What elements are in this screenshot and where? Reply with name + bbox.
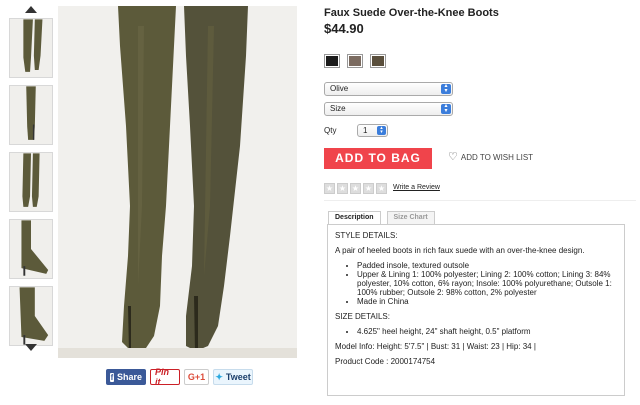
list-item: Upper & Lining 1: 100% polyester; Lining… [357, 270, 617, 297]
divider [324, 200, 636, 201]
select-arrows-icon: ▴ ▾ [441, 83, 451, 94]
thumbnail-3[interactable] [9, 152, 53, 212]
swatch-olive[interactable] [370, 54, 386, 68]
thumbnail-5[interactable] [9, 286, 53, 346]
select-arrows-icon: ▴ ▾ [441, 103, 451, 114]
size-bullets: 4.625" heel height, 24" shaft height, 0.… [357, 327, 617, 336]
tab-size-chart[interactable]: Size Chart [386, 211, 435, 224]
size-select-value: Size [330, 104, 346, 113]
color-swatches [324, 54, 386, 68]
style-details-heading: STYLE DETAILS: [335, 231, 398, 240]
swatch-taupe[interactable] [347, 54, 363, 68]
twitter-bird-icon: ✦ [215, 371, 223, 382]
google-plus-button[interactable]: G+1 [184, 369, 209, 385]
qty-select-value: 1 [363, 126, 368, 135]
add-to-wishlist-link[interactable]: ♡ ADD TO WISH LIST [448, 151, 534, 163]
rating-stars: ★ ★ ★ ★ ★ [324, 183, 387, 194]
star-icon: ★ [376, 183, 387, 194]
qty-label: Qty [324, 126, 337, 135]
star-icon: ★ [350, 183, 361, 194]
color-select-value: Olive [330, 84, 349, 93]
color-select[interactable]: Olive ▴ ▾ [324, 82, 453, 96]
facebook-share-button[interactable]: f Share [106, 369, 146, 385]
thumbnail-1[interactable] [9, 18, 53, 78]
list-item: Made in China [357, 297, 617, 306]
add-to-bag-button[interactable]: ADD TO BAG [324, 148, 432, 169]
product-code: Product Code : 2000174754 [335, 357, 436, 366]
wishlist-label: ADD TO WISH LIST [460, 152, 534, 162]
product-tabs: Description Size Chart [328, 211, 435, 225]
style-bullets: Padded insole, textured outsole Upper & … [357, 261, 617, 306]
size-select[interactable]: Size ▴ ▾ [324, 102, 453, 116]
share-bar: f Share Pin it G+1 ✦ Tweet [106, 367, 253, 387]
description-panel: STYLE DETAILS: A pair of heeled boots in… [327, 224, 625, 396]
facebook-share-label: Share [116, 372, 142, 382]
heart-icon: ♡ [448, 151, 458, 163]
select-arrows-icon: ▴ ▾ [377, 126, 386, 135]
thumbnail-down-arrow-icon[interactable] [25, 344, 37, 351]
list-item: 4.625" heel height, 24" shaft height, 0.… [357, 327, 617, 336]
star-icon: ★ [337, 183, 348, 194]
qty-select[interactable]: 1 ▴ ▾ [357, 124, 388, 137]
pinterest-label: Pin it [155, 367, 170, 387]
list-item: Padded insole, textured outsole [357, 261, 617, 270]
product-price: $44.90 [324, 21, 364, 36]
thumbnail-strip [8, 6, 54, 354]
product-title: Faux Suede Over-the-Knee Boots [324, 7, 499, 19]
twitter-label: Tweet [225, 372, 251, 382]
model-info: Model Info: Height: 5'7.5" | Bust: 31 | … [335, 342, 536, 351]
thumbnail-4[interactable] [9, 219, 53, 279]
star-icon: ★ [324, 183, 335, 194]
facebook-icon: f [110, 372, 114, 382]
write-review-link[interactable]: Write a Review [393, 184, 440, 191]
tab-description[interactable]: Description [328, 211, 381, 225]
swatch-black[interactable] [324, 54, 340, 68]
star-icon: ★ [363, 183, 374, 194]
twitter-tweet-button[interactable]: ✦ Tweet [213, 369, 253, 385]
size-details-heading: SIZE DETAILS: [335, 312, 390, 321]
description-intro: A pair of heeled boots in rich faux sued… [335, 246, 585, 255]
google-plus-label: G+1 [187, 372, 206, 382]
main-product-image [58, 6, 297, 358]
thumbnail-up-arrow-icon[interactable] [25, 6, 37, 13]
thumbnail-2[interactable] [9, 85, 53, 145]
pinterest-button[interactable]: Pin it [150, 367, 180, 387]
